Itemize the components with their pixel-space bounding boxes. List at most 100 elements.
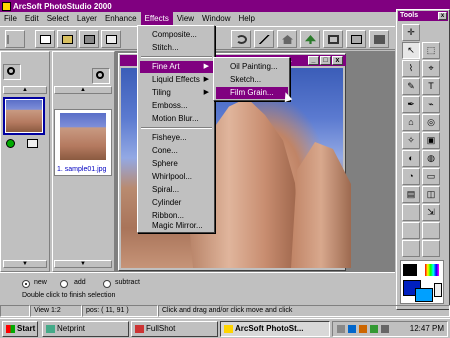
shape-tool-icon[interactable] bbox=[402, 222, 420, 239]
status-blank bbox=[0, 305, 30, 317]
menu-enhance[interactable]: Enhance bbox=[101, 12, 141, 25]
left-panel bbox=[0, 51, 50, 272]
hand-tool-icon[interactable]: ⌖ bbox=[422, 60, 440, 77]
app-title-bar[interactable]: ArcSoft PhotoStudio 2000 bbox=[0, 0, 450, 12]
status-message: Click and drag and/or click move and cli… bbox=[158, 305, 450, 317]
menu-effects[interactable]: Effects bbox=[140, 12, 173, 25]
task-netprint[interactable]: Netprint bbox=[42, 321, 129, 337]
color-swatch-panel[interactable] bbox=[400, 260, 444, 304]
grid-tool-icon[interactable] bbox=[402, 240, 420, 257]
airbrush-tool-icon[interactable]: ⌂ bbox=[402, 114, 420, 131]
burn-tool-icon[interactable]: ▭ bbox=[422, 168, 440, 185]
menu-item-composite[interactable]: Composite... bbox=[140, 29, 213, 41]
status-view: View 1:2 bbox=[30, 305, 82, 317]
move-tool-icon[interactable]: ✛ bbox=[402, 24, 420, 41]
mode-subtract-radio[interactable] bbox=[103, 280, 111, 288]
eraser-tool-icon[interactable]: ◎ bbox=[422, 114, 440, 131]
menu-item-fine-art[interactable]: Fine Art ▶ bbox=[140, 61, 213, 73]
menu-view[interactable]: View bbox=[173, 12, 198, 25]
redo-button[interactable] bbox=[231, 30, 251, 48]
speaker-icon bbox=[381, 325, 389, 333]
menu-item-sketch[interactable]: Sketch... bbox=[216, 74, 288, 86]
stamp-tool-icon[interactable]: ▣ bbox=[422, 132, 440, 149]
burst-tool-icon[interactable]: ◐ bbox=[402, 150, 420, 167]
menu-item-motion-blur[interactable]: Motion Blur... bbox=[140, 113, 213, 125]
menu-item-cone[interactable]: Cone... bbox=[140, 145, 213, 157]
gradient-tool-icon[interactable]: ◫ bbox=[422, 186, 440, 203]
menu-item-fisheye[interactable]: Fisheye... bbox=[140, 132, 213, 144]
scroll-up-arrow[interactable]: ▲ bbox=[3, 86, 47, 94]
menu-item-magic-mirror[interactable]: Magic Mirror... bbox=[140, 220, 213, 232]
lasso-tool-icon[interactable]: ⌇ bbox=[402, 60, 420, 77]
submenu-arrow-icon: ▶ bbox=[203, 76, 209, 83]
album-search-icon[interactable] bbox=[92, 68, 110, 84]
export-button[interactable] bbox=[369, 30, 389, 48]
mode-add-label: add bbox=[74, 279, 86, 286]
layer-props-icon[interactable] bbox=[27, 139, 38, 148]
menu-select[interactable]: Select bbox=[43, 12, 73, 25]
text-tool-icon[interactable]: T bbox=[422, 78, 440, 95]
scroll-down-arrow[interactable]: ▼ bbox=[3, 260, 47, 268]
mode-new-radio[interactable] bbox=[22, 280, 30, 288]
print-button[interactable] bbox=[101, 30, 121, 48]
swatch-black[interactable] bbox=[403, 264, 417, 276]
fine-art-submenu: Oil Painting... Sketch... Film Grain... bbox=[213, 57, 290, 101]
tree-button[interactable] bbox=[300, 30, 320, 48]
dodge-tool-icon[interactable]: ◔ bbox=[402, 168, 420, 185]
menu-help[interactable]: Help bbox=[235, 12, 259, 25]
menu-window[interactable]: Window bbox=[198, 12, 234, 25]
fill-tool-icon[interactable]: ▤ bbox=[402, 186, 420, 203]
rectangle-tool-icon[interactable] bbox=[402, 204, 420, 221]
crop-tool-icon[interactable]: ✎ bbox=[402, 78, 420, 95]
green-dot-icon[interactable] bbox=[6, 139, 15, 148]
album-scroll-up[interactable]: ▲ bbox=[54, 86, 112, 94]
open-button[interactable] bbox=[57, 30, 77, 48]
rock-formation-2 bbox=[291, 142, 351, 268]
select-tool-icon[interactable]: ↖ bbox=[402, 42, 420, 59]
smudge-tool-icon[interactable]: ◍ bbox=[422, 150, 440, 167]
clone-tool-icon[interactable]: ✧ bbox=[402, 132, 420, 149]
mode-subtract-label: subtract bbox=[115, 279, 140, 286]
background-color[interactable] bbox=[415, 288, 433, 302]
new-file-button[interactable] bbox=[35, 30, 55, 48]
task-arcsoft[interactable]: ArcSoft PhotoSt... bbox=[220, 321, 330, 337]
menu-item-oil-painting[interactable]: Oil Painting... bbox=[216, 61, 288, 73]
crop-button[interactable] bbox=[323, 30, 343, 48]
menu-item-sphere[interactable]: Sphere bbox=[140, 158, 213, 170]
pen-tool-icon[interactable]: ⌁ bbox=[422, 96, 440, 113]
layer-thumbnail[interactable] bbox=[3, 97, 45, 135]
menu-item-film-grain[interactable]: Film Grain... bbox=[216, 87, 288, 99]
menu-item-liquid-effects[interactable]: Liquid Effects ▶ bbox=[140, 74, 213, 86]
scanner-button[interactable] bbox=[79, 30, 99, 48]
color-swap-icon[interactable] bbox=[434, 283, 442, 297]
brush-tool-icon[interactable]: ✒ bbox=[402, 96, 420, 113]
menu-item-spiral[interactable]: Spiral... bbox=[140, 184, 213, 196]
eyedropper-tool-icon[interactable]: ⇲ bbox=[422, 204, 440, 221]
task-fullshot[interactable]: FullShot bbox=[131, 321, 218, 337]
menu-bar: File Edit Select Layer Enhance Effects V… bbox=[0, 12, 395, 25]
magic-wand-button[interactable] bbox=[254, 30, 274, 48]
tools-title[interactable]: Tools x bbox=[398, 11, 448, 21]
trash-tool-icon[interactable] bbox=[422, 222, 440, 239]
menu-item-emboss[interactable]: Emboss... bbox=[140, 100, 213, 112]
menu-item-tiling[interactable]: Tiling ▶ bbox=[140, 87, 213, 99]
color-palette-icon[interactable] bbox=[425, 264, 439, 276]
menu-file[interactable]: File bbox=[0, 12, 21, 25]
menu-item-whirlpool[interactable]: Whirlpool... bbox=[140, 171, 213, 183]
menu-item-cylinder[interactable]: Cylinder bbox=[140, 197, 213, 209]
zoom-icon[interactable] bbox=[3, 64, 21, 80]
submenu-arrow-icon: ▶ bbox=[203, 89, 209, 96]
mode-add-radio[interactable] bbox=[60, 280, 68, 288]
frame-tool-icon[interactable] bbox=[422, 240, 440, 257]
album-thumbnail[interactable]: 1. sample01.jpg bbox=[54, 109, 112, 176]
house-button[interactable] bbox=[277, 30, 297, 48]
line-tool-icon[interactable]: ⬚ bbox=[422, 42, 440, 59]
menu-item-stitch[interactable]: Stitch... bbox=[140, 42, 213, 54]
tray-icon-4 bbox=[370, 325, 378, 333]
start-button[interactable]: Start bbox=[2, 321, 38, 337]
tools-close-icon[interactable]: x bbox=[438, 12, 447, 20]
resize-button[interactable] bbox=[346, 30, 366, 48]
menu-edit[interactable]: Edit bbox=[21, 12, 43, 25]
menu-layer[interactable]: Layer bbox=[73, 12, 101, 25]
album-scroll-down[interactable]: ▼ bbox=[54, 260, 112, 268]
